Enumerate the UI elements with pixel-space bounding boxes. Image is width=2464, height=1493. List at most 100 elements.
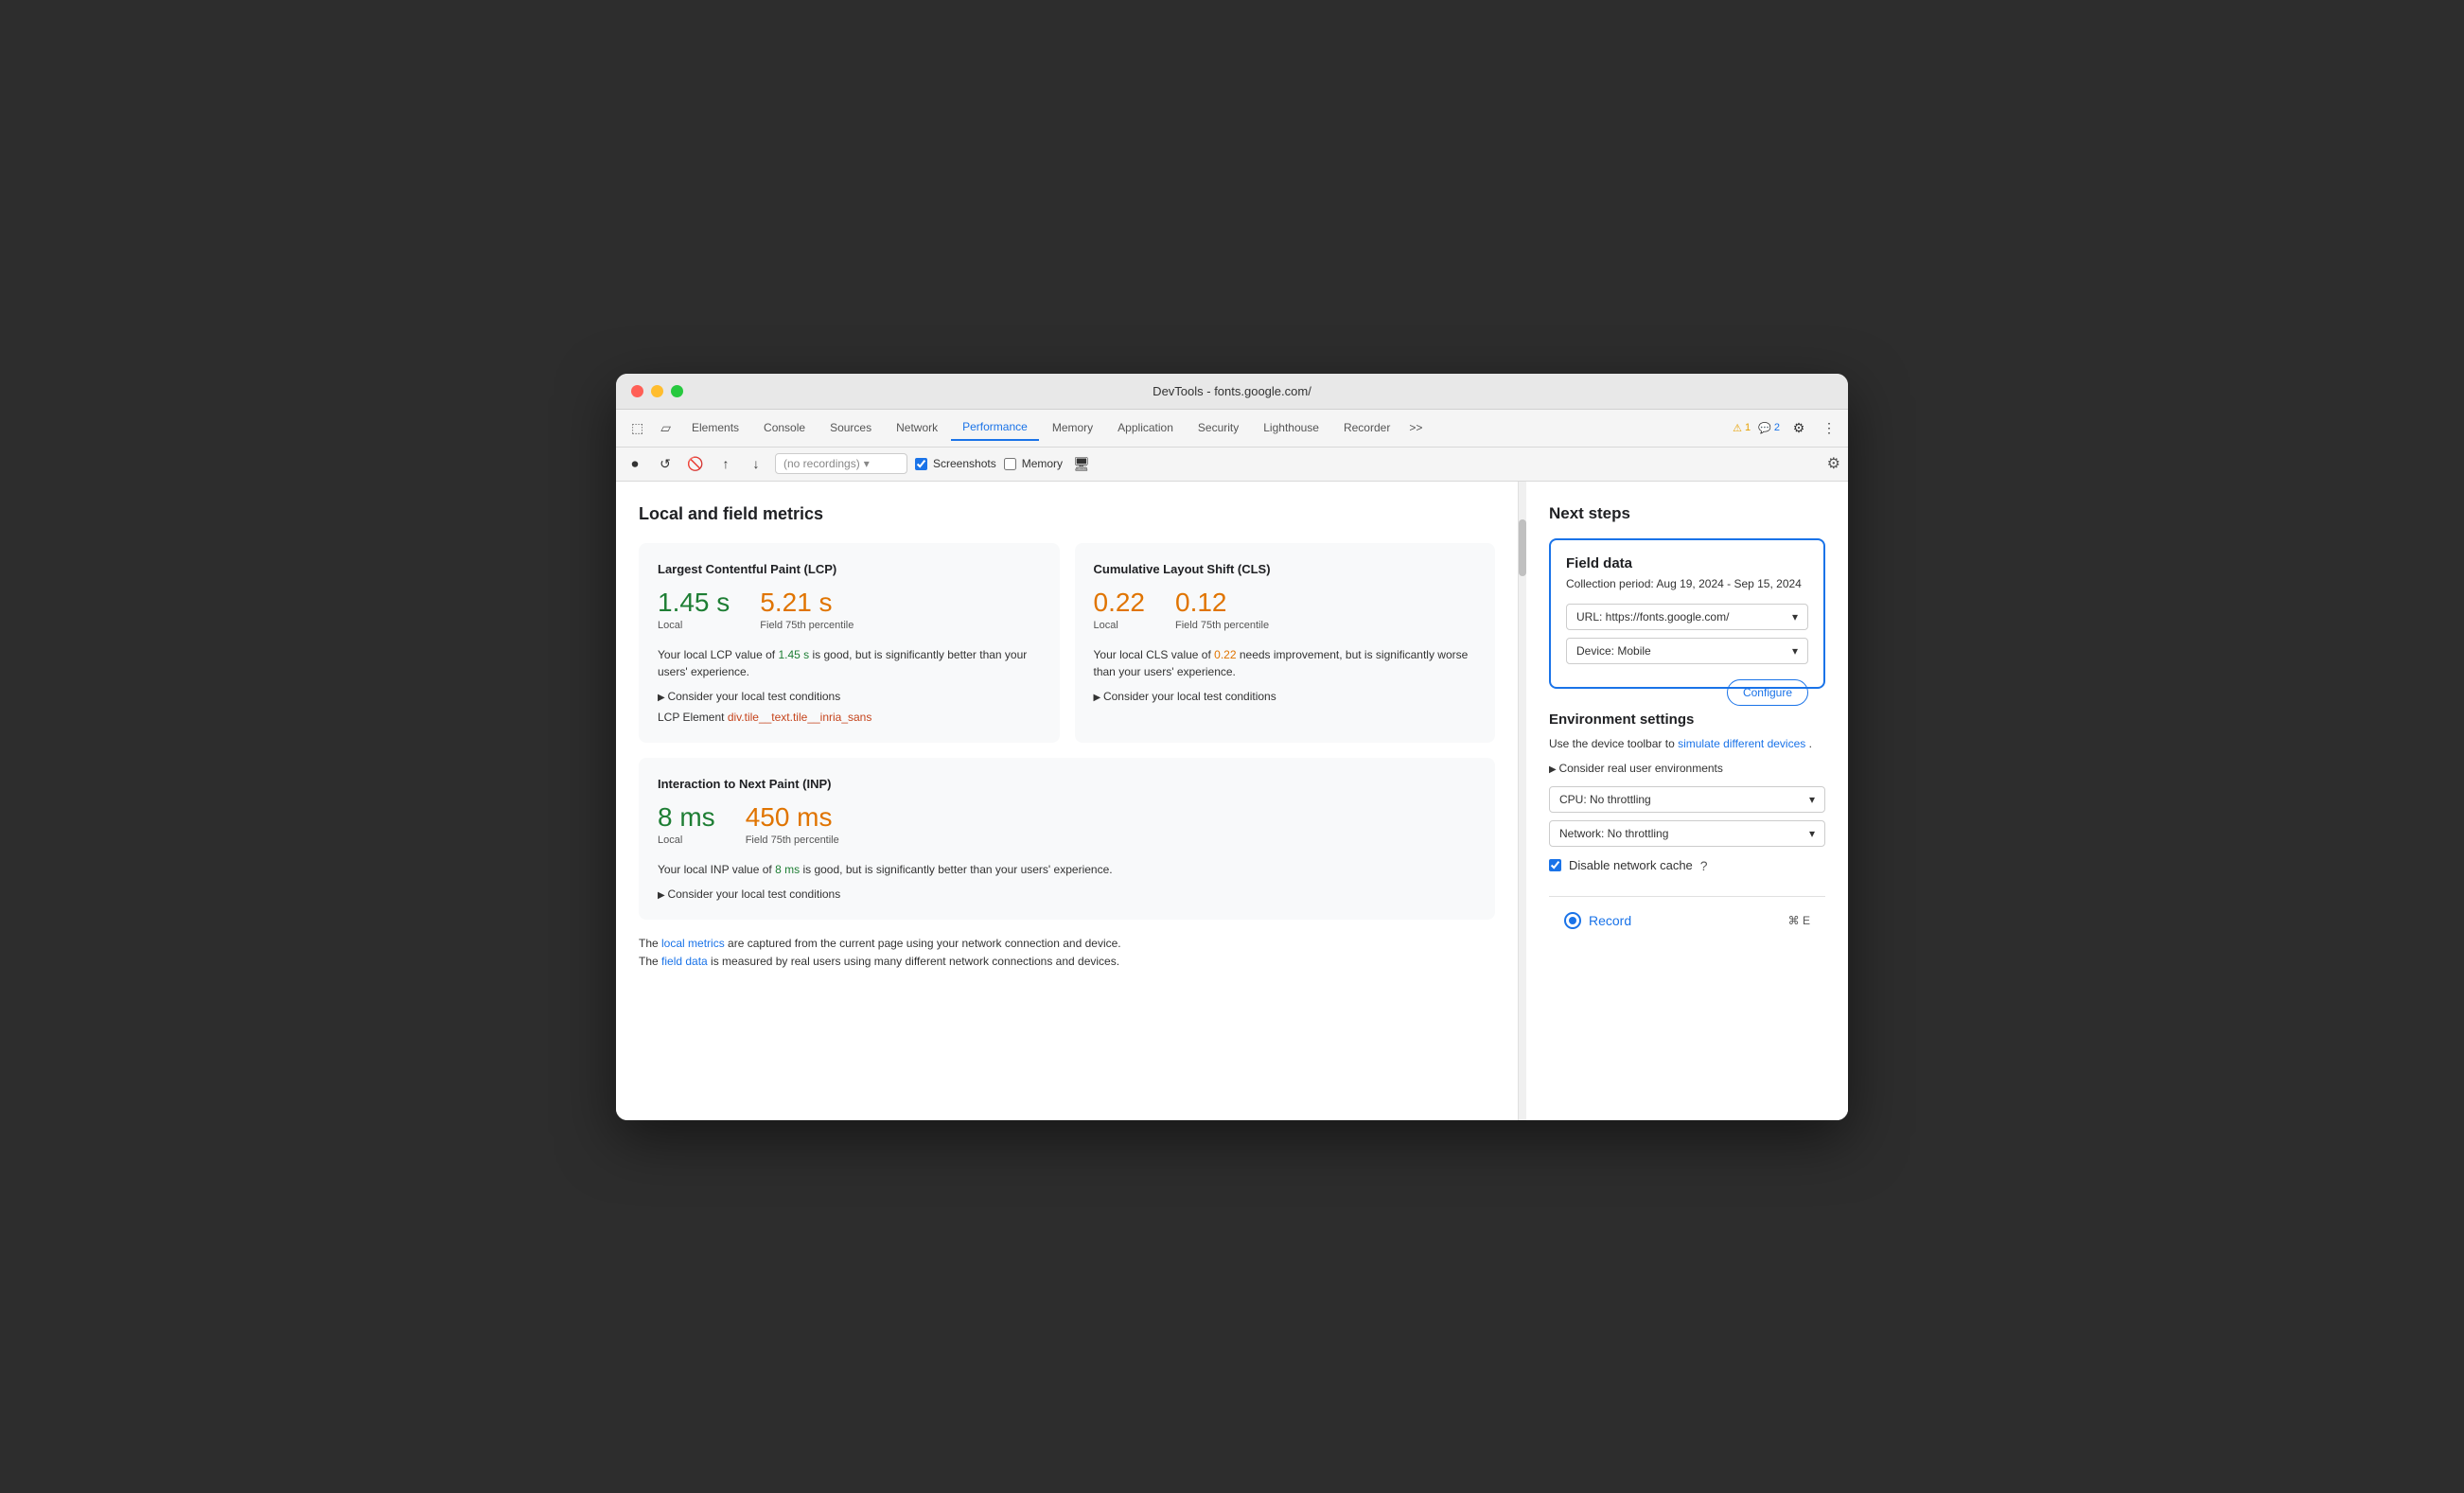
tab-security[interactable]: Security: [1187, 415, 1250, 440]
inp-consider-link[interactable]: Consider your local test conditions: [658, 887, 1476, 901]
env-title: Environment settings: [1549, 711, 1825, 728]
field-data-link[interactable]: field data: [661, 955, 708, 968]
lcp-local-value: 1.45 s: [658, 589, 730, 616]
simulate-devices-link[interactable]: simulate different devices: [1678, 737, 1805, 750]
inp-local-value: 8 ms: [658, 804, 715, 831]
tab-elements[interactable]: Elements: [680, 415, 750, 440]
next-steps-title: Next steps: [1549, 504, 1825, 523]
tab-network[interactable]: Network: [885, 415, 949, 440]
secondary-settings-icon[interactable]: ⚙: [1827, 454, 1840, 473]
download-button[interactable]: ↓: [745, 452, 767, 475]
scrollbar[interactable]: [1519, 482, 1526, 1120]
cls-field-label: Field 75th percentile: [1175, 620, 1269, 631]
cpu-dropdown[interactable]: CPU: No throttling ▾: [1549, 786, 1825, 813]
consider-real-link[interactable]: Consider real user environments: [1549, 762, 1825, 775]
more-tabs-button[interactable]: >>: [1403, 417, 1428, 438]
field-data-title: Field data: [1566, 555, 1808, 571]
memory-label: Memory: [1022, 457, 1063, 470]
cls-field-value: 0.12: [1175, 589, 1269, 616]
lcp-element: LCP Element div.tile__text.tile__inria_s…: [658, 711, 1041, 724]
inp-field-label: Field 75th percentile: [746, 834, 839, 846]
titlebar: DevTools - fonts.google.com/: [616, 374, 1848, 410]
device-dropdown[interactable]: Device: Mobile ▾: [1566, 638, 1808, 664]
cls-local-value: 0.22: [1094, 589, 1146, 616]
more-options-icon[interactable]: ⋮: [1818, 416, 1840, 439]
help-icon[interactable]: ?: [1700, 858, 1708, 873]
tab-performance[interactable]: Performance: [951, 414, 1039, 441]
info-badge[interactable]: 💬 2: [1758, 422, 1780, 434]
cls-field-group: 0.12 Field 75th percentile: [1175, 589, 1269, 631]
screenshots-label: Screenshots: [933, 457, 996, 470]
inp-description: Your local INP value of 8 ms is good, bu…: [658, 861, 1476, 878]
screenshots-checkbox-group: Screenshots: [915, 457, 996, 470]
content-area: Local and field metrics Largest Contentf…: [616, 482, 1848, 1120]
cursor-icon[interactable]: ⬚: [624, 416, 651, 440]
record-shortcut: ⌘ E: [1788, 914, 1810, 927]
main-toolbar: ⬚ ▱ Elements Console Sources Network Per…: [616, 410, 1848, 448]
cls-card: Cumulative Layout Shift (CLS) 0.22 Local…: [1075, 543, 1496, 743]
configure-button[interactable]: Configure: [1727, 679, 1808, 706]
record-button[interactable]: ⏺: [624, 452, 646, 475]
network-label: Network: No throttling: [1559, 827, 1668, 840]
inp-local-label: Local: [658, 834, 715, 846]
lcp-card: Largest Contentful Paint (LCP) 1.45 s Lo…: [639, 543, 1060, 743]
url-dropdown[interactable]: URL: https://fonts.google.com/ ▾: [1566, 604, 1808, 630]
main-panel: Local and field metrics Largest Contentf…: [616, 482, 1519, 1120]
lcp-element-link[interactable]: div.tile__text.tile__inria_sans: [728, 711, 872, 724]
minimize-button[interactable]: [651, 385, 663, 397]
tab-recorder[interactable]: Recorder: [1332, 415, 1401, 440]
lcp-local-label: Local: [658, 620, 730, 631]
record-bar: Record ⌘ E: [1549, 896, 1825, 940]
settings-icon[interactable]: ⚙: [1787, 416, 1810, 439]
record-button[interactable]: Record: [1564, 912, 1631, 929]
memory-checkbox[interactable]: [1004, 458, 1016, 470]
inp-field-group: 450 ms Field 75th percentile: [746, 804, 839, 846]
tab-application[interactable]: Application: [1106, 415, 1185, 440]
lcp-consider-link[interactable]: Consider your local test conditions: [658, 690, 1041, 703]
network-dropdown-icon: ▾: [1809, 827, 1815, 840]
cls-consider-link[interactable]: Consider your local test conditions: [1094, 690, 1477, 703]
device-icon[interactable]: ▱: [653, 416, 678, 440]
cpu-label: CPU: No throttling: [1559, 793, 1651, 806]
tab-console[interactable]: Console: [752, 415, 817, 440]
lcp-local-group: 1.45 s Local: [658, 589, 730, 631]
close-button[interactable]: [631, 385, 643, 397]
lcp-values: 1.45 s Local 5.21 s Field 75th percentil…: [658, 589, 1041, 631]
disable-cache-label: Disable network cache: [1569, 858, 1693, 872]
inp-values: 8 ms Local 450 ms Field 75th percentile: [658, 804, 1476, 846]
bottom-note-line1: The local metrics are captured from the …: [639, 935, 1495, 953]
tab-memory[interactable]: Memory: [1041, 415, 1104, 440]
lcp-title: Largest Contentful Paint (LCP): [658, 562, 1041, 576]
env-description: Use the device toolbar to simulate diffe…: [1549, 735, 1825, 752]
reload-button[interactable]: ↺: [654, 452, 677, 475]
maximize-button[interactable]: [671, 385, 683, 397]
scrollbar-thumb[interactable]: [1519, 519, 1526, 576]
env-settings: Environment settings Use the device tool…: [1549, 711, 1825, 873]
cls-local-label: Local: [1094, 620, 1146, 631]
chat-icon: 💬: [1758, 422, 1771, 434]
upload-button[interactable]: ↑: [714, 452, 737, 475]
inp-card: Interaction to Next Paint (INP) 8 ms Loc…: [639, 758, 1495, 920]
record-label: Record: [1589, 913, 1631, 928]
recording-select[interactable]: (no recordings) ▾: [775, 453, 907, 474]
screenshots-checkbox[interactable]: [915, 458, 927, 470]
toolbar-right: ⚠ 1 💬 2 ⚙ ⋮: [1733, 416, 1840, 439]
bottom-note: The local metrics are captured from the …: [639, 935, 1495, 971]
clear-button[interactable]: 🚫: [684, 452, 707, 475]
monitor-icon[interactable]: 🖥: [1070, 452, 1093, 475]
secondary-toolbar: ⏺ ↺ 🚫 ↑ ↓ (no recordings) ▾ Screenshots …: [616, 448, 1848, 482]
record-circle-inner: [1569, 917, 1576, 924]
local-metrics-link[interactable]: local metrics: [661, 937, 725, 950]
tab-lighthouse[interactable]: Lighthouse: [1252, 415, 1330, 440]
section-title: Local and field metrics: [639, 504, 1495, 524]
dropdown-icon: ▾: [864, 457, 870, 470]
tab-sources[interactable]: Sources: [818, 415, 883, 440]
traffic-lights: [631, 385, 683, 397]
metrics-grid: Largest Contentful Paint (LCP) 1.45 s Lo…: [639, 543, 1495, 743]
warning-badge[interactable]: ⚠ 1: [1733, 422, 1751, 434]
network-dropdown[interactable]: Network: No throttling ▾: [1549, 820, 1825, 847]
warning-icon: ⚠: [1733, 422, 1742, 434]
inp-title: Interaction to Next Paint (INP): [658, 777, 1476, 791]
devtools-window: DevTools - fonts.google.com/ ⬚ ▱ Element…: [616, 374, 1848, 1120]
disable-cache-checkbox[interactable]: [1549, 859, 1561, 871]
